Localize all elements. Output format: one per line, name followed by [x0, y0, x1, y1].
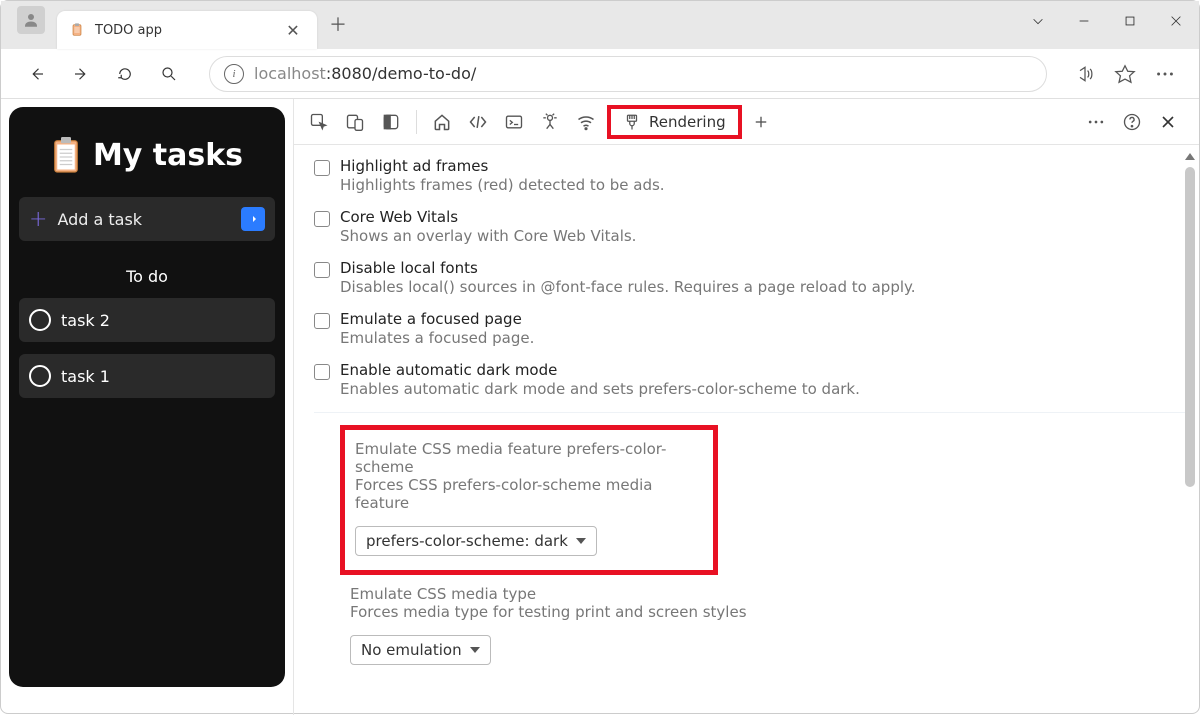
favorite-icon[interactable] [1107, 56, 1143, 92]
checkbox[interactable] [314, 211, 330, 227]
checkbox[interactable] [314, 160, 330, 176]
browser-tab[interactable]: TODO app ✕ [57, 11, 317, 49]
task-checkbox[interactable] [29, 365, 51, 387]
elements-tab-icon[interactable] [461, 105, 495, 139]
minimize-button[interactable] [1061, 1, 1107, 41]
option-disable-local-fonts: Disable local fonts Disables local() sou… [314, 253, 1191, 304]
browser-menu-button[interactable] [1147, 56, 1183, 92]
read-aloud-icon[interactable] [1067, 56, 1103, 92]
checkbox[interactable] [314, 364, 330, 380]
task-label: task 1 [61, 367, 110, 386]
option-emulate-focused-page: Emulate a focused page Emulates a focuse… [314, 304, 1191, 355]
option-highlight-ad-frames: Highlight ad frames Highlights frames (r… [314, 151, 1191, 202]
tab-title: TODO app [95, 23, 271, 38]
more-tabs-button[interactable] [744, 105, 778, 139]
window-titlebar: TODO app ✕ ＋ [1, 1, 1199, 49]
prefers-color-scheme-select[interactable]: prefers-color-scheme: dark [355, 526, 597, 556]
search-button[interactable] [149, 54, 189, 94]
option-core-web-vitals: Core Web Vitals Shows an overlay with Co… [314, 202, 1191, 253]
window-controls [1015, 1, 1199, 41]
devtools-toolbar: Rendering [294, 99, 1199, 145]
sources-tab-icon[interactable] [533, 105, 567, 139]
clipboard-icon [69, 22, 85, 38]
todo-app: My tasks + Add a task To do task 2 task … [9, 107, 285, 687]
task-checkbox[interactable] [29, 309, 51, 331]
media-type-select[interactable]: No emulation [350, 635, 491, 665]
page-content: My tasks + Add a task To do task 2 task … [1, 99, 293, 715]
brush-icon [623, 113, 641, 131]
rendering-panel: Highlight ad frames Highlights frames (r… [294, 145, 1199, 715]
device-icon[interactable] [338, 105, 372, 139]
option-auto-dark-mode: Enable automatic dark mode Enables autom… [314, 355, 1191, 406]
help-icon[interactable] [1115, 105, 1149, 139]
profile-button[interactable] [17, 6, 45, 34]
network-tab-icon[interactable] [569, 105, 603, 139]
add-task-submit[interactable] [241, 207, 265, 231]
clipboard-icon [51, 137, 81, 173]
task-label: task 2 [61, 311, 110, 330]
devtools-close-button[interactable] [1151, 105, 1185, 139]
chevron-down-icon [470, 647, 480, 653]
checkbox[interactable] [314, 313, 330, 329]
todo-section-label: To do [19, 267, 275, 286]
site-info-icon[interactable]: i [224, 64, 244, 84]
address-bar: i localhost:8080/demo-to-do/ [1, 49, 1199, 99]
devtools-panel: Rendering Highlight ad frames Highlights… [293, 99, 1199, 715]
chevron-down-icon [576, 538, 586, 544]
maximize-button[interactable] [1107, 1, 1153, 41]
tab-close-button[interactable]: ✕ [281, 21, 305, 40]
emulate-media-type: Emulate CSS media type Forces media type… [340, 575, 1191, 679]
back-button[interactable] [17, 54, 57, 94]
scrollbar[interactable] [1183, 149, 1197, 509]
checkbox[interactable] [314, 262, 330, 278]
app-title: My tasks [93, 138, 243, 173]
forward-button[interactable] [61, 54, 101, 94]
add-task-placeholder: Add a task [57, 210, 241, 229]
url-input[interactable]: i localhost:8080/demo-to-do/ [209, 56, 1047, 92]
dock-icon[interactable] [374, 105, 408, 139]
new-tab-button[interactable]: ＋ [321, 7, 355, 41]
rendering-tab[interactable]: Rendering [607, 105, 742, 139]
inspect-icon[interactable] [302, 105, 336, 139]
close-window-button[interactable] [1153, 1, 1199, 41]
plus-icon: + [29, 207, 47, 232]
emulate-prefers-color-scheme: Emulate CSS media feature prefers-color-… [340, 425, 718, 575]
welcome-tab-icon[interactable] [425, 105, 459, 139]
refresh-button[interactable] [105, 54, 145, 94]
devtools-menu-button[interactable] [1079, 105, 1113, 139]
task-item[interactable]: task 1 [19, 354, 275, 398]
url-text: localhost:8080/demo-to-do/ [254, 64, 476, 83]
rendering-tab-label: Rendering [649, 113, 726, 131]
chevron-down-icon[interactable] [1015, 1, 1061, 41]
add-task-input[interactable]: + Add a task [19, 197, 275, 241]
console-tab-icon[interactable] [497, 105, 531, 139]
task-item[interactable]: task 2 [19, 298, 275, 342]
